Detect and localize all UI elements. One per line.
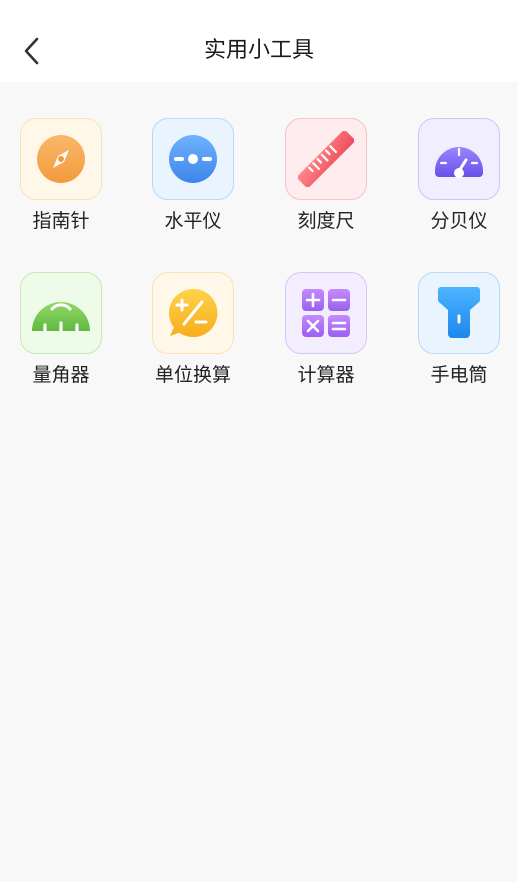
top-bar: 实用小工具 (0, 0, 518, 82)
decibel-meter-icon (435, 147, 483, 178)
tools-grid: 指南针 水平仪 刻度尺 分贝仪 量角器 单位换算 计算器 手电筒 (0, 82, 518, 882)
level-tile (152, 118, 234, 200)
tool-decibel-meter[interactable]: 分贝仪 (404, 118, 514, 234)
tool-ruler[interactable]: 刻度尺 (271, 118, 381, 234)
tool-unit-conversion[interactable]: 单位换算 (138, 272, 248, 388)
tool-label: 计算器 (297, 364, 355, 386)
tool-label: 单位换算 (154, 364, 231, 386)
tool-label: 指南针 (32, 210, 90, 232)
flashlight-icon (438, 287, 480, 338)
protractor-tile (20, 272, 102, 354)
unit-conversion-icon (169, 288, 218, 337)
tool-flashlight[interactable]: 手电筒 (404, 272, 514, 388)
protractor-icon (32, 302, 90, 333)
tool-label: 量角器 (32, 364, 90, 386)
tool-label: 刻度尺 (297, 210, 355, 232)
tool-calculator[interactable]: 计算器 (271, 272, 381, 388)
tool-label: 分贝仪 (430, 210, 488, 232)
tool-protractor[interactable]: 量角器 (6, 272, 116, 388)
calculator-tile (285, 272, 367, 354)
decibel-meter-tile (418, 118, 500, 200)
compass-tile (20, 118, 102, 200)
calculator-icon (302, 289, 350, 337)
tool-level[interactable]: 水平仪 (138, 118, 248, 234)
unit-conversion-tile (152, 272, 234, 354)
ruler-tile (285, 118, 367, 200)
tool-label: 手电筒 (430, 364, 488, 386)
page-title: 实用小工具 (203, 38, 314, 63)
tool-label: 水平仪 (164, 210, 222, 232)
flashlight-tile (418, 272, 500, 354)
compass-icon (37, 135, 85, 183)
ruler-icon (298, 131, 354, 187)
level-icon (169, 135, 217, 183)
tool-compass[interactable]: 指南针 (6, 118, 116, 234)
